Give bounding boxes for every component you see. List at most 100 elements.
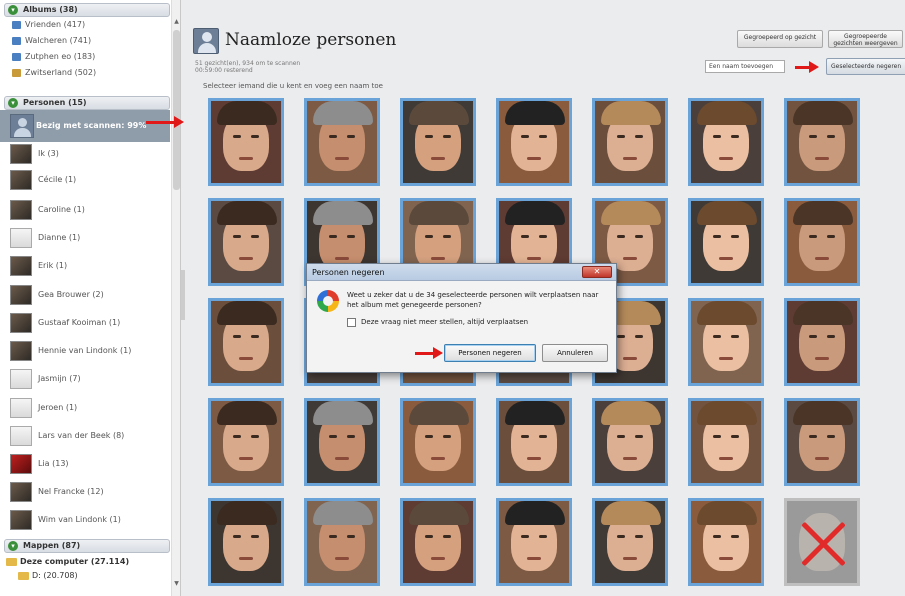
person-item[interactable]: Jeroen (1) xyxy=(10,396,170,420)
face-thumbnail[interactable] xyxy=(208,98,284,186)
dont-ask-label[interactable]: Deze vraag niet meer stellen, altijd ver… xyxy=(361,318,528,326)
person-item[interactable]: Hennie van Lindonk (1) xyxy=(10,339,170,363)
face-thumbnail[interactable] xyxy=(496,398,572,486)
person-item-scanning[interactable]: Bezig met scannen: 99% xyxy=(0,110,170,142)
album-item[interactable]: Zutphen eo (183) xyxy=(12,50,172,64)
face-thumbnail[interactable] xyxy=(784,98,860,186)
face-thumbnail[interactable] xyxy=(304,398,380,486)
face-thumbnail[interactable] xyxy=(688,298,764,386)
person-item[interactable]: Gea Brouwer (2) xyxy=(10,283,170,307)
person-item[interactable]: Lia (13) xyxy=(10,452,170,476)
person-item[interactable]: Ik (3) xyxy=(10,142,170,166)
face-thumbnail[interactable] xyxy=(688,98,764,186)
add-name-input[interactable] xyxy=(705,60,785,73)
face-thumbnail[interactable] xyxy=(400,498,476,586)
annotation-arrow xyxy=(146,116,184,128)
person-label: Erik (1) xyxy=(38,261,68,270)
person-thumbnail xyxy=(10,285,32,305)
face-thumbnail[interactable] xyxy=(592,398,668,486)
time-remaining: 00:59:00 resterend xyxy=(195,67,253,74)
person-item[interactable]: Wim van Lindonk (1) xyxy=(10,508,170,532)
face-thumbnail[interactable] xyxy=(688,498,764,586)
persons-section-header[interactable]: ▾ Personen (15) xyxy=(4,96,170,110)
face-thumbnail[interactable] xyxy=(688,198,764,286)
person-item[interactable]: Gustaaf Kooiman (1) xyxy=(10,311,170,335)
folder-item[interactable]: Deze computer (27.114) xyxy=(6,556,129,568)
scrollbar-thumb[interactable] xyxy=(173,30,180,190)
face-thumbnail[interactable] xyxy=(208,498,284,586)
ignore-selected-button[interactable]: Geselecteerde negeren xyxy=(826,58,905,75)
show-grouped-faces-button[interactable]: Gegroepeerde gezichten weergeven xyxy=(828,30,903,48)
folder-label: Deze computer (27.114) xyxy=(20,557,130,566)
person-label: Ik (3) xyxy=(38,149,59,158)
scroll-down-icon[interactable]: ▼ xyxy=(172,578,180,590)
cancel-button[interactable]: Annuleren xyxy=(542,344,608,362)
instruction-text: Selecteer iemand die u kent en voeg een … xyxy=(203,82,383,90)
person-icon xyxy=(10,114,34,138)
dialog-message: Weet u zeker dat u de 34 geselecteerde p… xyxy=(347,291,599,309)
folder-item[interactable]: D: (20.708) xyxy=(18,570,78,582)
face-thumbnail[interactable] xyxy=(592,98,668,186)
album-item[interactable]: Vrienden (417) xyxy=(12,18,172,32)
face-thumbnail[interactable] xyxy=(784,398,860,486)
person-item[interactable]: Jasmijn (7) xyxy=(10,367,170,391)
album-label: Walcheren (741) xyxy=(25,36,92,45)
album-label: Zwitserland (502) xyxy=(25,68,97,77)
person-item[interactable]: Dianne (1) xyxy=(10,226,170,250)
photo-gallery-icon xyxy=(317,290,339,312)
face-thumbnail[interactable] xyxy=(784,498,860,586)
folder-icon xyxy=(18,572,29,580)
annotation-arrow xyxy=(795,61,819,73)
folder-icon xyxy=(6,558,17,566)
group-by-face-button[interactable]: Gegroepeerd op gezicht xyxy=(737,30,823,48)
face-thumbnail[interactable] xyxy=(400,398,476,486)
face-thumbnail[interactable] xyxy=(784,198,860,286)
scroll-up-icon[interactable]: ▲ xyxy=(172,16,180,28)
folders-section-header[interactable]: ▾ Mappen (87) xyxy=(4,539,170,553)
album-item[interactable]: Walcheren (741) xyxy=(12,34,172,48)
person-label: Cécile (1) xyxy=(38,175,77,184)
face-thumbnail[interactable] xyxy=(688,398,764,486)
face-thumbnail[interactable] xyxy=(496,98,572,186)
dialog-title: Personen negeren xyxy=(312,268,385,277)
person-label: Caroline (1) xyxy=(38,205,85,214)
person-thumbnail xyxy=(10,313,32,333)
dialog-titlebar[interactable]: Personen negeren ✕ xyxy=(307,264,616,281)
sidebar-scrollbar[interactable]: ▲ ▼ xyxy=(171,0,180,596)
person-thumbnail xyxy=(10,454,32,474)
person-thumbnail xyxy=(10,398,32,418)
collapse-icon[interactable]: ▾ xyxy=(8,541,18,551)
album-icon xyxy=(12,21,21,29)
album-icon xyxy=(12,69,21,77)
person-item[interactable]: Cécile (1) xyxy=(10,168,170,192)
ignore-persons-button[interactable]: Personen negeren xyxy=(444,344,536,362)
person-thumbnail xyxy=(10,482,32,502)
collapse-icon[interactable]: ▾ xyxy=(8,5,18,15)
face-thumbnail[interactable] xyxy=(304,98,380,186)
face-thumbnail[interactable] xyxy=(208,198,284,286)
collapse-icon[interactable]: ▾ xyxy=(8,98,18,108)
person-item[interactable]: Lars van der Beek (8) xyxy=(10,424,170,448)
face-thumbnail[interactable] xyxy=(496,498,572,586)
person-label: Hennie van Lindonk (1) xyxy=(38,346,132,355)
person-item[interactable]: Erik (1) xyxy=(10,254,170,278)
person-label: Nel Francke (12) xyxy=(38,487,104,496)
face-thumbnail[interactable] xyxy=(208,298,284,386)
face-thumbnail[interactable] xyxy=(304,498,380,586)
face-thumbnail[interactable] xyxy=(208,398,284,486)
person-label: Lars van der Beek (8) xyxy=(38,431,125,440)
dont-ask-checkbox[interactable] xyxy=(347,318,356,327)
face-thumbnail[interactable] xyxy=(400,98,476,186)
close-icon[interactable]: ✕ xyxy=(582,266,612,278)
splitter-handle[interactable] xyxy=(181,270,185,320)
person-thumbnail xyxy=(10,144,32,164)
person-thumbnail xyxy=(10,256,32,276)
face-thumbnail[interactable] xyxy=(784,298,860,386)
album-item[interactable]: Zwitserland (502) xyxy=(12,66,172,80)
annotation-arrow xyxy=(415,347,443,359)
albums-section-header[interactable]: ▾ Albums (38) xyxy=(4,3,170,17)
face-thumbnail[interactable] xyxy=(592,498,668,586)
person-item[interactable]: Nel Francke (12) xyxy=(10,480,170,504)
person-item[interactable]: Caroline (1) xyxy=(10,198,170,222)
person-label: Bezig met scannen: 99% xyxy=(36,121,147,130)
